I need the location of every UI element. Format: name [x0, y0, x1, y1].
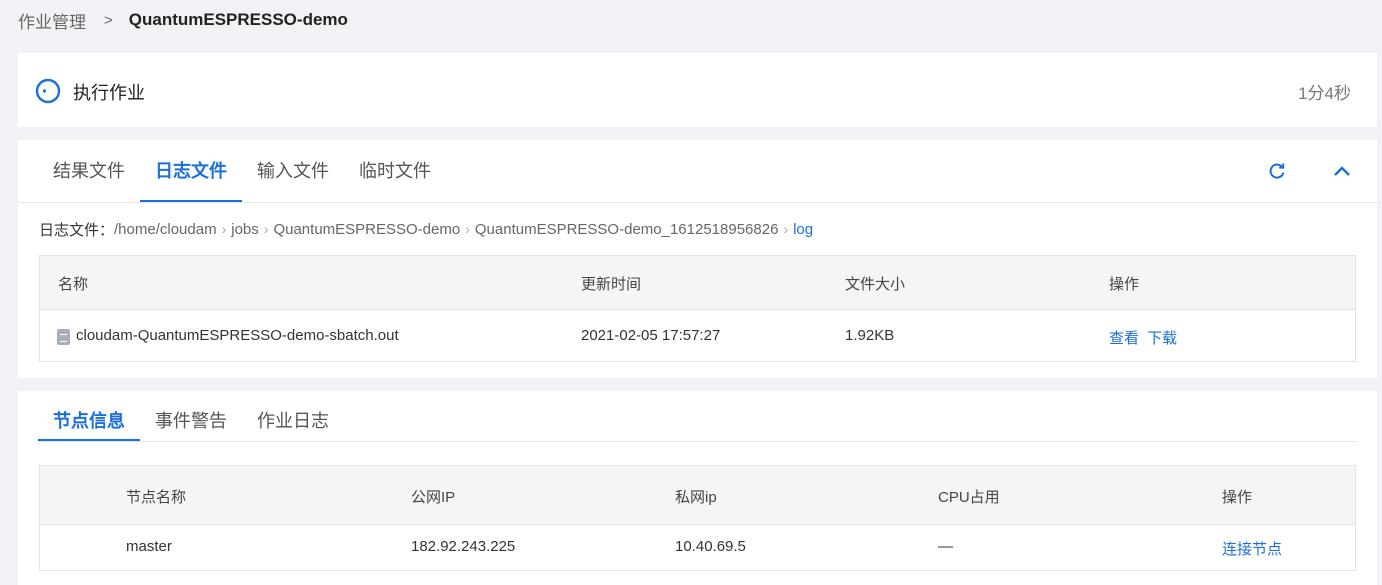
breadcrumb: 作业管理 > QuantumESPRESSO-demo — [18, 8, 348, 32]
header-actions: 操作 — [1109, 276, 1140, 293]
chevron-right-icon: › — [783, 221, 789, 237]
view-link[interactable]: 查看 — [1109, 327, 1139, 348]
file-updated: 2021-02-05 17:57:27 — [581, 327, 721, 344]
path-segment-log: log — [793, 220, 814, 238]
header-actions: 操作 — [1222, 489, 1253, 506]
files-card: 结果文件 日志文件 输入文件 临时文件 日志文件： /home/cloudam … — [18, 140, 1377, 378]
header-private-ip: 私网ip — [675, 489, 717, 506]
header-node-name: 节点名称 — [126, 489, 187, 506]
elapsed-time: 1分4秒 — [1298, 84, 1351, 103]
tab-divider — [18, 202, 1377, 203]
header-cpu: CPU占用 — [938, 489, 1000, 506]
file-size: 1.92KB — [845, 327, 895, 344]
tab-event-warnings[interactable]: 事件警告 — [140, 401, 242, 442]
chevron-up-icon[interactable] — [1331, 161, 1353, 181]
breadcrumb-separator: > — [104, 11, 113, 29]
header-name: 名称 — [58, 276, 89, 293]
chevron-right-icon: › — [465, 221, 470, 237]
header-size: 文件大小 — [845, 276, 906, 293]
tab-temp-files[interactable]: 临时文件 — [344, 140, 446, 203]
refresh-icon[interactable] — [1267, 161, 1287, 181]
tab-result-files[interactable]: 结果文件 — [38, 140, 140, 203]
path-label: 日志文件： — [39, 221, 115, 239]
tab-log-files[interactable]: 日志文件 — [140, 140, 242, 203]
header-updated: 更新时间 — [581, 276, 642, 293]
tab-node-info[interactable]: 节点信息 — [38, 401, 140, 442]
connect-node-link[interactable]: 连接节点 — [1222, 538, 1282, 559]
node-cpu: — — [938, 538, 953, 555]
path-segment-job[interactable]: QuantumESPRESSO-demo — [273, 221, 460, 238]
node-tabs: 节点信息 事件警告 作业日志 — [38, 401, 344, 442]
nodes-card: 节点信息 事件警告 作业日志 节点名称 公网IP 私网ip CPU占用 操作 m… — [18, 391, 1377, 585]
loading-circle-icon — [35, 78, 61, 104]
tab-input-files[interactable]: 输入文件 — [242, 140, 344, 203]
file-table: 名称 更新时间 文件大小 操作 cloudam-QuantumESPRESSO-… — [39, 255, 1356, 362]
job-status-text: 执行作业 — [73, 83, 145, 103]
node-public-ip: 182.92.243.225 — [411, 538, 516, 555]
path-segment-run[interactable]: QuantumESPRESSO-demo_1612518956826 — [475, 221, 779, 238]
header-public-ip: 公网IP — [411, 489, 456, 506]
file-tabs: 结果文件 日志文件 输入文件 临时文件 — [38, 140, 446, 203]
file-path-breadcrumb: 日志文件： /home/cloudam › jobs › QuantumESPR… — [39, 218, 813, 240]
path-segment-jobs[interactable]: jobs — [231, 221, 259, 238]
breadcrumb-job-management[interactable]: 作业管理 — [18, 8, 86, 33]
path-segment-home[interactable]: /home/cloudam — [114, 221, 217, 238]
download-link[interactable]: 下载 — [1147, 327, 1177, 348]
table-header: 节点名称 公网IP 私网ip CPU占用 操作 — [40, 466, 1355, 525]
chevron-right-icon: › — [263, 221, 269, 237]
node-private-ip: 10.40.69.5 — [675, 538, 746, 555]
node-name: master — [126, 538, 172, 555]
tab-job-log[interactable]: 作业日志 — [242, 401, 344, 442]
page-title: QuantumESPRESSO-demo — [128, 10, 348, 29]
table-row: master 182.92.243.225 10.40.69.5 — 连接节点 — [40, 525, 1355, 571]
table-header: 名称 更新时间 文件大小 操作 — [40, 256, 1355, 310]
job-status-card: 执行作业 1分4秒 — [18, 53, 1377, 127]
tab-divider — [38, 441, 1356, 442]
node-table: 节点名称 公网IP 私网ip CPU占用 操作 master 182.92.24… — [39, 465, 1356, 571]
file-name: cloudam-QuantumESPRESSO-demo-sbatch.out — [76, 327, 399, 344]
chevron-right-icon: › — [221, 221, 227, 237]
table-row: cloudam-QuantumESPRESSO-demo-sbatch.out … — [40, 310, 1355, 362]
file-icon — [57, 329, 70, 345]
